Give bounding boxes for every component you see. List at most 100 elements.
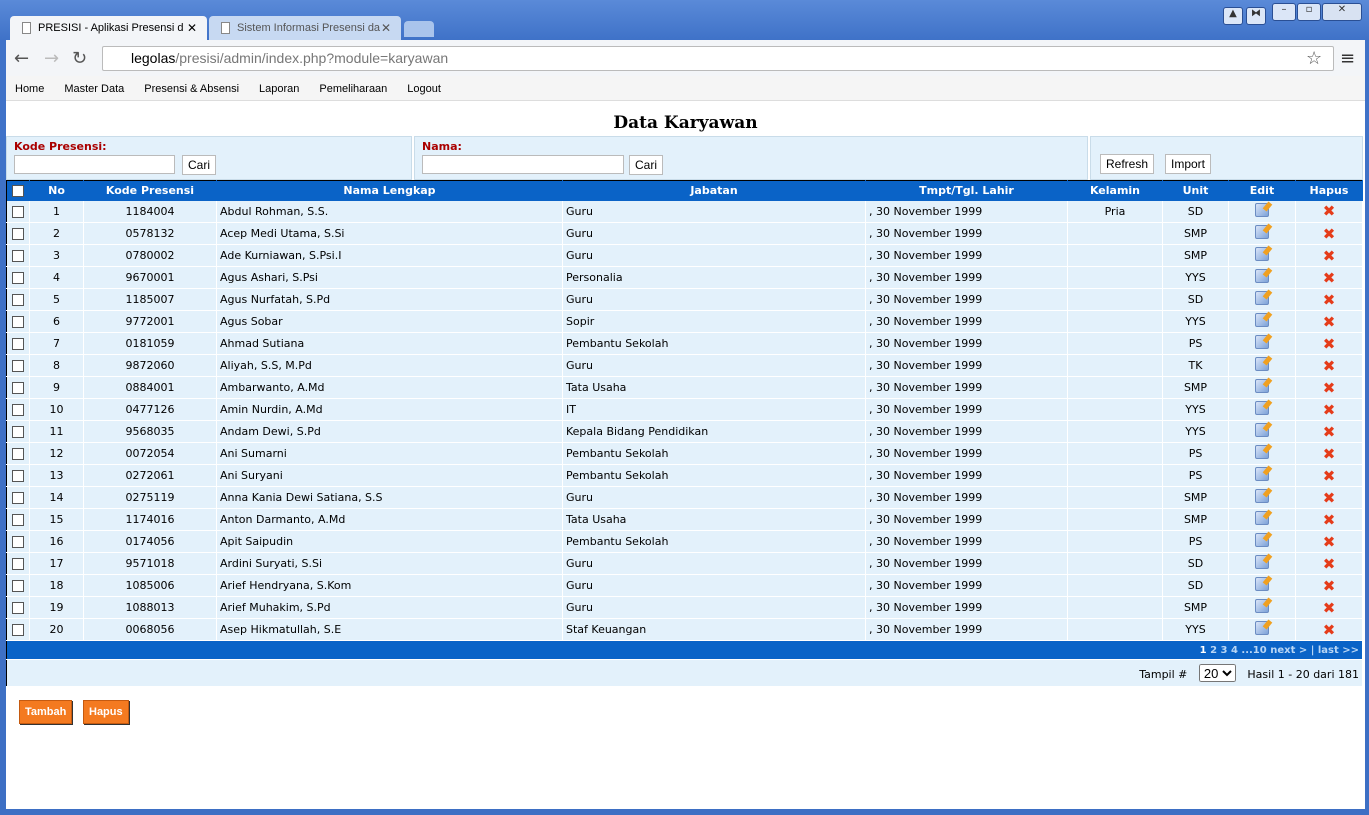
forward-icon[interactable]: →	[44, 48, 59, 69]
row-checkbox[interactable]	[12, 492, 24, 504]
col-nama[interactable]: Nama Lengkap	[216, 180, 563, 201]
col-unit[interactable]: Unit	[1162, 180, 1229, 201]
edit-icon[interactable]	[1255, 202, 1269, 217]
delete-icon[interactable]: ✖	[1323, 269, 1336, 287]
delete-icon[interactable]: ✖	[1323, 357, 1336, 375]
delete-icon[interactable]: ✖	[1323, 401, 1336, 419]
close-window-button[interactable]: ✕	[1322, 3, 1362, 21]
delete-icon[interactable]: ✖	[1323, 555, 1336, 573]
delete-icon[interactable]: ✖	[1323, 599, 1336, 617]
menu-master-data[interactable]: Master Data	[64, 83, 124, 100]
hapus-button[interactable]: Hapus	[83, 700, 129, 724]
row-checkbox[interactable]	[12, 404, 24, 416]
menu-icon[interactable]: ≡	[1340, 48, 1355, 69]
star-icon[interactable]: ☆	[1306, 48, 1322, 69]
import-button[interactable]: Import	[1165, 154, 1212, 174]
row-checkbox[interactable]	[12, 602, 24, 614]
edit-icon[interactable]	[1255, 599, 1269, 613]
row-checkbox[interactable]	[12, 448, 24, 460]
tab-inactive[interactable]: Sistem Informasi Presensi da ✕	[209, 16, 401, 41]
edit-icon[interactable]	[1255, 489, 1269, 503]
edit-icon[interactable]	[1255, 533, 1269, 547]
extension-icon[interactable]: ⧓	[1246, 7, 1266, 25]
cari-nama-button[interactable]: Cari	[629, 155, 664, 175]
delete-icon[interactable]: ✖	[1323, 247, 1336, 265]
row-checkbox[interactable]	[12, 228, 24, 240]
edit-icon[interactable]	[1255, 313, 1269, 327]
row-checkbox[interactable]	[12, 514, 24, 526]
tambah-button[interactable]: Tambah	[19, 700, 73, 724]
select-all-checkbox[interactable]	[12, 185, 24, 198]
menu-pemeliharaan[interactable]: Pemeliharaan	[319, 83, 387, 100]
delete-icon[interactable]: ✖	[1323, 379, 1336, 397]
row-checkbox[interactable]	[12, 360, 24, 372]
menu-logout[interactable]: Logout	[407, 83, 441, 100]
col-lahir[interactable]: Tmpt/Tgl. Lahir	[865, 180, 1068, 201]
menu-laporan[interactable]: Laporan	[259, 83, 299, 100]
edit-icon[interactable]	[1255, 401, 1269, 415]
edit-icon[interactable]	[1255, 555, 1269, 569]
delete-icon[interactable]: ✖	[1323, 291, 1336, 309]
delete-icon[interactable]: ✖	[1323, 423, 1336, 441]
row-checkbox[interactable]	[12, 536, 24, 548]
row-checkbox[interactable]	[12, 250, 24, 262]
new-tab-button[interactable]	[404, 21, 434, 37]
delete-icon[interactable]: ✖	[1323, 621, 1336, 639]
edit-icon[interactable]	[1255, 577, 1269, 591]
nama-input[interactable]	[422, 155, 624, 174]
edit-icon[interactable]	[1255, 511, 1269, 525]
edit-icon[interactable]	[1255, 423, 1269, 437]
edit-icon[interactable]	[1255, 269, 1269, 283]
col-no[interactable]: No	[29, 180, 84, 201]
tab-active[interactable]: PRESISI - Aplikasi Presensi d ✕	[10, 16, 207, 41]
edit-icon[interactable]	[1255, 379, 1269, 393]
delete-icon[interactable]: ✖	[1323, 313, 1336, 331]
menu-presensi[interactable]: Presensi & Absensi	[144, 83, 239, 100]
refresh-button[interactable]: Refresh	[1100, 154, 1155, 174]
delete-icon[interactable]: ✖	[1323, 511, 1336, 529]
edit-icon[interactable]	[1255, 291, 1269, 305]
menu-home[interactable]: Home	[15, 83, 44, 100]
address-bar[interactable]: legolas/presisi/admin/index.php?module=k…	[102, 46, 1334, 71]
row-checkbox[interactable]	[12, 338, 24, 350]
close-tab-icon[interactable]: ✕	[187, 21, 197, 35]
row-checkbox[interactable]	[12, 580, 24, 592]
row-checkbox[interactable]	[12, 316, 24, 328]
row-checkbox[interactable]	[12, 624, 24, 636]
col-kelamin[interactable]: Kelamin	[1067, 180, 1163, 201]
row-checkbox[interactable]	[12, 558, 24, 570]
row-checkbox[interactable]	[12, 426, 24, 438]
edit-icon[interactable]	[1255, 335, 1269, 349]
reload-icon[interactable]: ↻	[72, 48, 87, 69]
edit-icon[interactable]	[1255, 467, 1269, 481]
delete-icon[interactable]: ✖	[1323, 577, 1336, 595]
delete-icon[interactable]: ✖	[1323, 489, 1336, 507]
row-checkbox[interactable]	[12, 470, 24, 482]
minimize-button[interactable]: –	[1272, 3, 1296, 21]
delete-icon[interactable]: ✖	[1323, 335, 1336, 353]
last-link[interactable]: last >>	[1318, 645, 1359, 656]
delete-icon[interactable]: ✖	[1323, 533, 1336, 551]
row-checkbox[interactable]	[12, 205, 24, 218]
page-links[interactable]: 2 3 4 ...10	[1210, 645, 1267, 656]
delete-icon[interactable]: ✖	[1323, 467, 1336, 485]
row-checkbox[interactable]	[12, 272, 24, 284]
delete-icon[interactable]: ✖	[1323, 225, 1336, 243]
kode-input[interactable]	[14, 155, 175, 174]
delete-icon[interactable]: ✖	[1323, 202, 1336, 220]
col-kode[interactable]: Kode Presensi	[83, 180, 217, 201]
edit-icon[interactable]	[1255, 445, 1269, 459]
delete-icon[interactable]: ✖	[1323, 445, 1336, 463]
edit-icon[interactable]	[1255, 247, 1269, 261]
cari-kode-button[interactable]: Cari	[182, 155, 217, 175]
edit-icon[interactable]	[1255, 621, 1269, 635]
close-tab-icon[interactable]: ✕	[381, 21, 391, 35]
per-page-select[interactable]: 20	[1198, 664, 1236, 682]
upload-icon[interactable]: ▲	[1223, 7, 1243, 25]
col-jabatan[interactable]: Jabatan	[562, 180, 866, 201]
maximize-button[interactable]: ▫	[1297, 3, 1321, 21]
row-checkbox[interactable]	[12, 382, 24, 394]
edit-icon[interactable]	[1255, 357, 1269, 371]
back-icon[interactable]: ←	[14, 48, 29, 69]
row-checkbox[interactable]	[12, 294, 24, 306]
